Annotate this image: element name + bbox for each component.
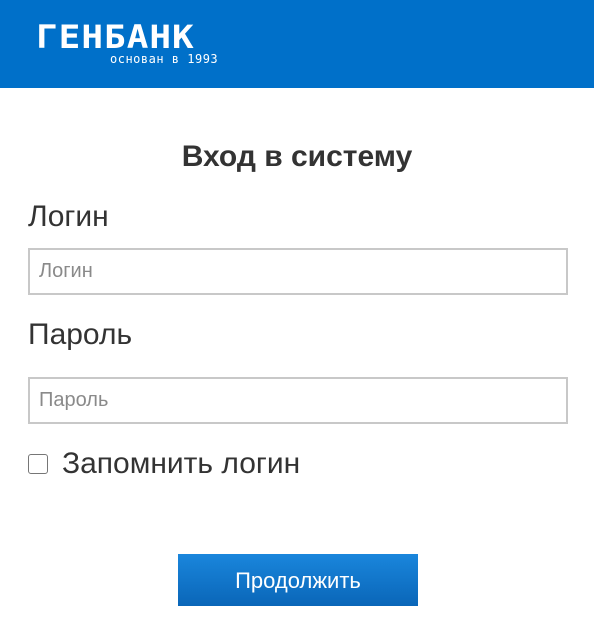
remember-login-label[interactable]: Запомнить логин xyxy=(62,446,300,482)
logo-wordmark: ГЕНБАНК xyxy=(36,19,195,57)
remember-login-checkbox[interactable] xyxy=(28,454,48,474)
form-title: Вход в систему xyxy=(181,140,413,173)
remember-login-row[interactable]: Запомнить логин xyxy=(28,445,300,483)
continue-button[interactable]: Продолжить xyxy=(178,554,418,606)
login-label: Логин xyxy=(28,200,109,233)
password-input[interactable] xyxy=(28,377,568,424)
logo-tagline: основан в 1993 xyxy=(110,52,219,66)
login-input[interactable] xyxy=(28,248,568,295)
password-label: Пароль xyxy=(28,318,133,351)
header-bar: ГЕНБАНК основан в 1993 xyxy=(0,0,594,88)
bank-logo[interactable]: ГЕНБАНК основан в 1993 xyxy=(36,18,246,74)
